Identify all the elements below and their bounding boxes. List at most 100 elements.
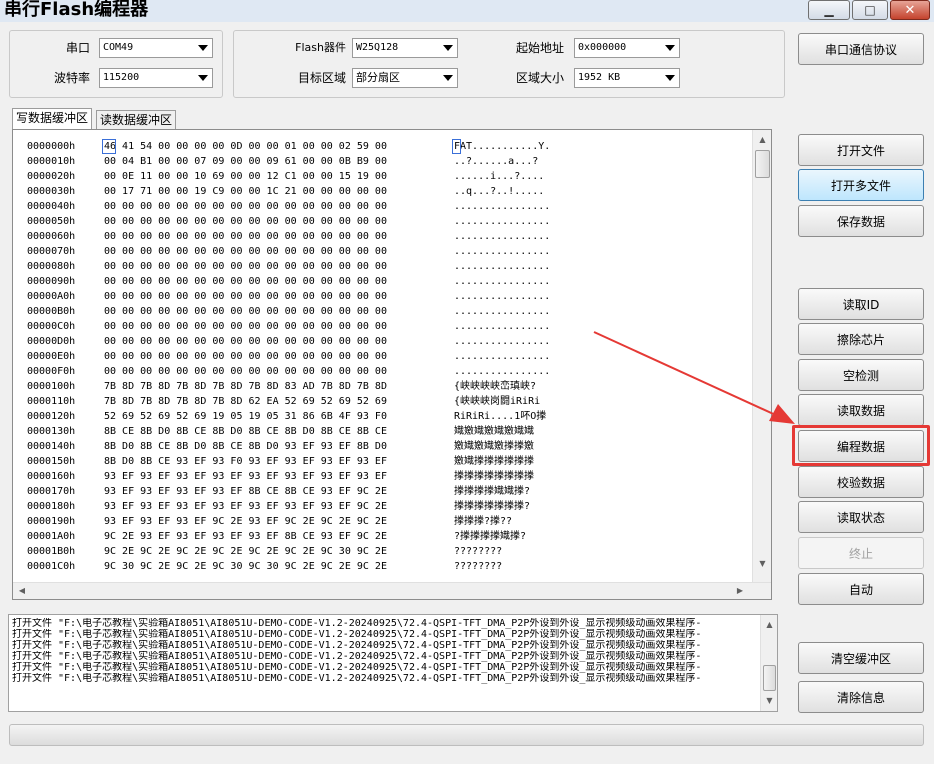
hex-row-bytes[interactable]: 00 00 00 00 00 00 00 00 00 00 00 00 00 0… xyxy=(104,364,387,379)
hex-row-bytes[interactable]: 7B 8D 7B 8D 7B 8D 7B 8D 62 EA 52 69 52 6… xyxy=(104,394,387,409)
log-panel[interactable]: 打开文件 "F:\电子芯教程\实验箱AI8051\AI8051U-DEMO-CO… xyxy=(8,614,778,712)
close-button[interactable]: ✕ xyxy=(890,0,930,20)
blank-check-button[interactable]: 空检测 xyxy=(798,359,924,391)
scroll-thumb[interactable] xyxy=(755,150,770,178)
hex-row-ascii[interactable]: ................ xyxy=(454,304,550,319)
hex-row-bytes[interactable]: 00 00 00 00 00 00 00 00 00 00 00 00 00 0… xyxy=(104,334,387,349)
hex-row-ascii[interactable]: {峡峡峡岗闘iRiRi xyxy=(454,394,540,409)
chevron-down-icon xyxy=(665,45,675,51)
hex-row-bytes[interactable]: 9C 30 9C 2E 9C 2E 9C 30 9C 30 9C 2E 9C 2… xyxy=(104,559,387,574)
hex-row-ascii[interactable]: ................ xyxy=(454,199,550,214)
hex-row-address: 00000F0h xyxy=(27,366,76,377)
scroll-up-icon[interactable]: ▲ xyxy=(761,617,777,633)
minimize-button[interactable]: ▁ xyxy=(808,0,850,20)
log-vertical-scrollbar[interactable]: ▲ ▼ xyxy=(760,615,777,711)
start-address-select[interactable]: 0x000000 xyxy=(574,38,680,58)
protocol-button[interactable]: 串口通信协议 xyxy=(798,33,924,65)
hex-row-ascii[interactable]: ................ xyxy=(454,244,550,259)
hex-row-ascii[interactable]: RiRiRi....1吥O搼 xyxy=(454,409,546,424)
hex-row-bytes[interactable]: 93 EF 93 EF 93 EF 93 EF 93 EF 93 EF 93 E… xyxy=(104,469,387,484)
hex-row-bytes[interactable]: 00 00 00 00 00 00 00 00 00 00 00 00 00 0… xyxy=(104,289,387,304)
hex-row-ascii[interactable]: ................ xyxy=(454,319,550,334)
device-select[interactable]: W25Q128 xyxy=(352,38,458,58)
clear-buffer-button[interactable]: 清空缓冲区 xyxy=(798,642,924,674)
hex-row-bytes[interactable]: 9C 2E 9C 2E 9C 2E 9C 2E 9C 2E 9C 2E 9C 3… xyxy=(104,544,387,559)
auto-button[interactable]: 自动 xyxy=(798,573,924,605)
open-file-button[interactable]: 打开文件 xyxy=(798,134,924,166)
hex-row-bytes[interactable]: 00 00 00 00 00 00 00 00 00 00 00 00 00 0… xyxy=(104,199,387,214)
restore-button[interactable]: □ xyxy=(852,0,888,20)
hex-row-bytes[interactable]: 00 00 00 00 00 00 00 00 00 00 00 00 00 0… xyxy=(104,229,387,244)
hex-row-bytes[interactable]: 00 00 00 00 00 00 00 00 00 00 00 00 00 0… xyxy=(104,349,387,364)
erase-chip-button[interactable]: 擦除芯片 xyxy=(798,323,924,355)
hex-row-ascii[interactable]: ???????? xyxy=(454,544,502,559)
hex-row-bytes[interactable]: 9C 2E 93 EF 93 EF 93 EF 93 EF 8B CE 93 E… xyxy=(104,529,387,544)
hex-row-ascii[interactable]: FAT...........Y. xyxy=(454,139,550,154)
hex-row-bytes[interactable]: 93 EF 93 EF 93 EF 93 EF 8B CE 8B CE 93 E… xyxy=(104,484,387,499)
hex-row-bytes[interactable]: 8B D0 8B CE 8B D0 8B CE 8B D0 93 EF 93 E… xyxy=(104,439,387,454)
hex-row-bytes[interactable]: 93 EF 93 EF 93 EF 9C 2E 93 EF 9C 2E 9C 2… xyxy=(104,514,387,529)
hex-row-ascii[interactable]: ?搼搼搼搼嬂搼? xyxy=(454,529,526,544)
scroll-down-icon[interactable]: ▼ xyxy=(753,556,771,572)
hex-row-address: 0000140h xyxy=(27,441,76,452)
hex-row-ascii[interactable]: 搼搼搼搼搼搼搼? xyxy=(454,499,530,514)
hex-row-bytes[interactable]: 00 04 B1 00 00 07 09 00 00 09 61 00 00 0… xyxy=(104,154,387,169)
hex-row-ascii[interactable]: ................ xyxy=(454,214,550,229)
hex-row-ascii[interactable]: ......i...?.... xyxy=(454,169,544,184)
hex-row-ascii[interactable]: 嬂嬓嬂嬓嬂嬓嬂嬂 xyxy=(454,424,534,439)
hex-row-bytes[interactable]: 7B 8D 7B 8D 7B 8D 7B 8D 7B 8D 83 AD 7B 8… xyxy=(104,379,387,394)
hex-horizontal-scrollbar[interactable]: ◀ ▶ xyxy=(13,582,771,599)
hex-row-address: 0000100h xyxy=(27,381,76,392)
hex-row-ascii[interactable]: ................ xyxy=(454,259,550,274)
verify-data-button[interactable]: 校验数据 xyxy=(798,466,924,498)
hex-row-bytes[interactable]: 00 00 00 00 00 00 00 00 00 00 00 00 00 0… xyxy=(104,259,387,274)
scroll-down-icon[interactable]: ▼ xyxy=(761,693,777,709)
scroll-left-icon[interactable]: ◀ xyxy=(17,583,27,599)
scroll-right-icon[interactable]: ▶ xyxy=(735,583,745,599)
hex-row-bytes[interactable]: 8B CE 8B D0 8B CE 8B D0 8B CE 8B D0 8B C… xyxy=(104,424,387,439)
hex-row-bytes[interactable]: 93 EF 93 EF 93 EF 93 EF 93 EF 93 EF 93 E… xyxy=(104,499,387,514)
hex-row-bytes[interactable]: 00 00 00 00 00 00 00 00 00 00 00 00 00 0… xyxy=(104,244,387,259)
hex-row-bytes[interactable]: 52 69 52 69 52 69 19 05 19 05 31 86 6B 4… xyxy=(104,409,387,424)
hex-row-ascii[interactable]: ???????? xyxy=(454,559,502,574)
hex-row-ascii[interactable]: 搼搼搼搼嬂嬂搼? xyxy=(454,484,530,499)
hex-row-ascii[interactable]: ................ xyxy=(454,289,550,304)
hex-row-bytes[interactable]: 8B D0 8B CE 93 EF 93 F0 93 EF 93 EF 93 E… xyxy=(104,454,387,469)
hex-row-bytes[interactable]: 00 00 00 00 00 00 00 00 00 00 00 00 00 0… xyxy=(104,274,387,289)
tab-write-buffer[interactable]: 写数据缓冲区 xyxy=(12,108,93,129)
port-select[interactable]: COM49 xyxy=(99,38,213,58)
read-status-button[interactable]: 读取状态 xyxy=(798,501,924,533)
tab-read-buffer[interactable]: 读数据缓冲区 xyxy=(96,110,177,129)
hex-row-bytes[interactable]: 00 0E 11 00 00 10 69 00 00 12 C1 00 00 1… xyxy=(104,169,387,184)
hex-row-ascii[interactable]: ................ xyxy=(454,349,550,364)
hex-row-ascii[interactable]: 嬓嬂嬓嬂嬓搼搼嬓 xyxy=(454,439,534,454)
stop-button[interactable]: 终止 xyxy=(798,537,924,569)
scroll-thumb[interactable] xyxy=(763,665,776,691)
clear-info-button[interactable]: 清除信息 xyxy=(798,681,924,713)
hex-row-address: 0000040h xyxy=(27,201,76,212)
scroll-up-icon[interactable]: ▲ xyxy=(753,132,771,148)
region-size-select[interactable]: 1952 KB xyxy=(574,68,680,88)
read-id-button[interactable]: 读取ID xyxy=(798,288,924,320)
save-data-button[interactable]: 保存数据 xyxy=(798,205,924,237)
hex-row-bytes[interactable]: 46 41 54 00 00 00 00 0D 00 00 01 00 00 0… xyxy=(104,139,387,154)
hex-row-ascii[interactable]: ..q...?..!..... xyxy=(454,184,544,199)
open-multiple-files-button[interactable]: 打开多文件 xyxy=(798,169,924,201)
hex-row-ascii[interactable]: ..?......a...? xyxy=(454,154,538,169)
hex-row-bytes[interactable]: 00 00 00 00 00 00 00 00 00 00 00 00 00 0… xyxy=(104,319,387,334)
read-data-button[interactable]: 读取数据 xyxy=(798,394,924,426)
hex-row-bytes[interactable]: 00 00 00 00 00 00 00 00 00 00 00 00 00 0… xyxy=(104,214,387,229)
hex-row-ascii[interactable]: ................ xyxy=(454,274,550,289)
hex-row-ascii[interactable]: ................ xyxy=(454,334,550,349)
baud-select[interactable]: 115200 xyxy=(99,68,213,88)
hex-row-ascii[interactable]: ................ xyxy=(454,229,550,244)
region-select[interactable]: 部分扇区 xyxy=(352,68,458,88)
hex-row-ascii[interactable]: {峡峡峡峡峦瑱峡? xyxy=(454,379,536,394)
hex-row-bytes[interactable]: 00 00 00 00 00 00 00 00 00 00 00 00 00 0… xyxy=(104,304,387,319)
hex-row-ascii[interactable]: 搼搼搼?搼?? xyxy=(454,514,512,529)
hex-row-address: 0000190h xyxy=(27,516,76,527)
hex-row-ascii[interactable]: ................ xyxy=(454,364,550,379)
hex-row-ascii[interactable]: 搼搼搼搼搼搼搼搼 xyxy=(454,469,534,484)
hex-row-ascii[interactable]: 嬓嬂搼搼搼搼搼搼 xyxy=(454,454,534,469)
hex-row-bytes[interactable]: 00 17 71 00 00 19 C9 00 00 1C 21 00 00 0… xyxy=(104,184,387,199)
